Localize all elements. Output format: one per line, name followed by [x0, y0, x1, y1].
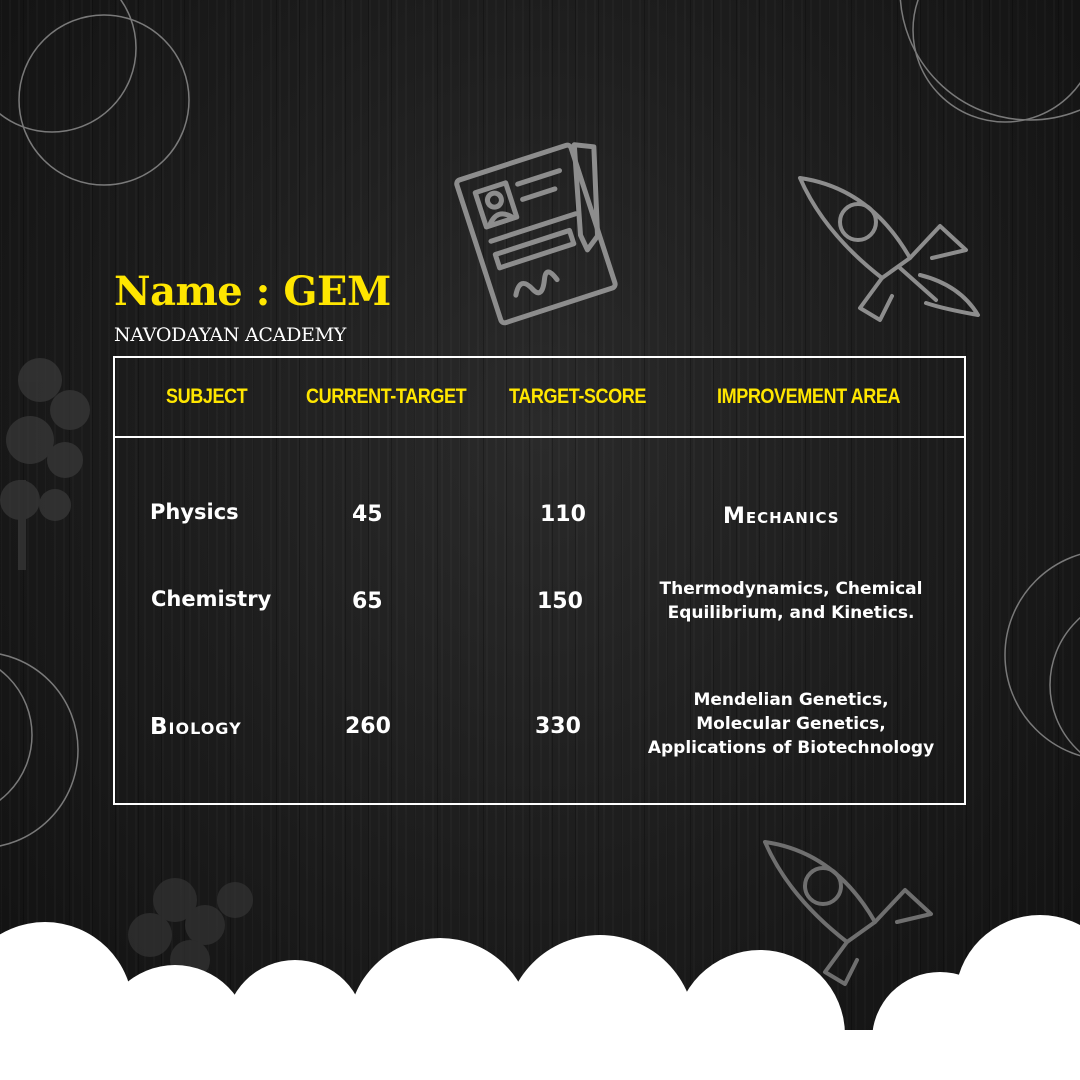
cloud-footer	[0, 915, 1080, 1080]
